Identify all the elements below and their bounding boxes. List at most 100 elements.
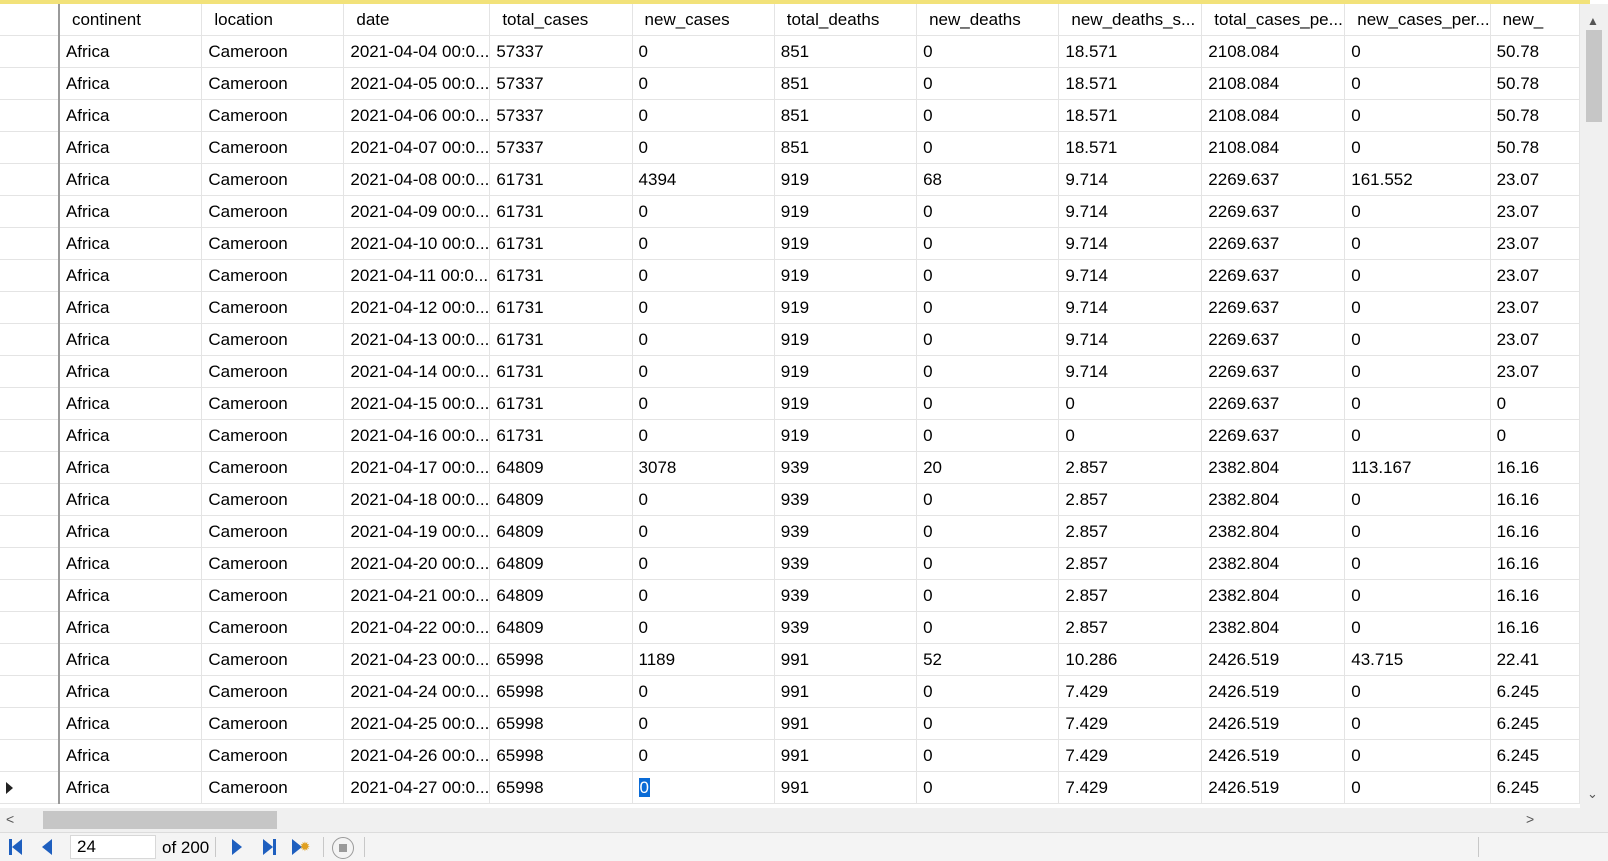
table-cell[interactable]: 2021-04-12 00:0... <box>343 291 491 324</box>
table-cell[interactable]: 2108.084 <box>1201 67 1346 100</box>
table-cell[interactable]: 0 <box>1344 675 1491 708</box>
table-cell[interactable]: 57337 <box>489 67 633 100</box>
first-record-icon[interactable] <box>4 836 26 858</box>
table-cell[interactable]: 2021-04-20 00:0... <box>343 547 491 580</box>
table-cell[interactable]: Africa <box>58 67 203 100</box>
table-cell[interactable]: 4394 <box>632 163 775 196</box>
row-header[interactable] <box>0 67 60 100</box>
row-header[interactable] <box>0 739 60 772</box>
table-cell[interactable]: Cameroon <box>201 451 345 484</box>
table-cell[interactable]: 0 <box>632 419 775 452</box>
table-cell[interactable]: 0 <box>1344 707 1491 740</box>
table-cell[interactable]: 50.78 <box>1490 35 1580 68</box>
row-header[interactable] <box>0 643 60 676</box>
table-cell[interactable]: 0 <box>632 35 775 68</box>
table-cell[interactable]: 919 <box>774 291 918 324</box>
table-cell[interactable]: 991 <box>774 643 918 676</box>
table-cell[interactable]: 2021-04-17 00:0... <box>343 451 491 484</box>
table-cell[interactable]: 991 <box>774 771 918 804</box>
table-cell[interactable]: 23.07 <box>1490 323 1580 356</box>
row-header[interactable] <box>0 163 60 196</box>
table-cell[interactable]: 57337 <box>489 131 633 164</box>
table-cell[interactable]: 991 <box>774 707 918 740</box>
table-cell[interactable]: 991 <box>774 739 918 772</box>
table-cell[interactable]: Cameroon <box>201 611 345 644</box>
table-cell[interactable]: Cameroon <box>201 387 345 420</box>
table-cell[interactable]: 0 <box>916 195 1060 228</box>
table-cell[interactable]: 113.167 <box>1344 451 1491 484</box>
table-cell[interactable]: 0 <box>632 291 775 324</box>
table-cell[interactable]: 2.857 <box>1058 451 1203 484</box>
table-cell[interactable]: 0 <box>1344 483 1491 516</box>
table-cell[interactable]: 2021-04-13 00:0... <box>343 323 491 356</box>
table-cell[interactable]: 0 <box>632 739 775 772</box>
table-cell[interactable]: Africa <box>58 739 203 772</box>
table-row[interactable]: Africa Cameroon 2021-04-21 00:0... 64809 0 93… <box>0 579 1580 612</box>
table-cell[interactable]: Cameroon <box>201 355 345 388</box>
table-cell[interactable]: Cameroon <box>201 771 345 804</box>
table-cell[interactable]: Africa <box>58 611 203 644</box>
table-cell[interactable]: 2269.637 <box>1201 227 1346 260</box>
vertical-scrollbar[interactable]: ▲ ⌄ <box>1580 4 1608 808</box>
table-cell[interactable]: 0 <box>916 35 1060 68</box>
table-cell[interactable]: 2021-04-09 00:0... <box>343 195 491 228</box>
table-cell[interactable]: 0 <box>916 355 1060 388</box>
table-cell[interactable]: 64809 <box>489 451 633 484</box>
table-cell[interactable]: 65998 <box>489 739 633 772</box>
table-cell[interactable]: 0 <box>916 579 1060 612</box>
table-cell[interactable]: 2269.637 <box>1201 387 1346 420</box>
table-cell[interactable]: 2426.519 <box>1201 739 1346 772</box>
table-cell[interactable]: Africa <box>58 163 203 196</box>
table-cell[interactable]: 2021-04-07 00:0... <box>343 131 491 164</box>
table-cell[interactable]: 20 <box>916 451 1060 484</box>
table-cell[interactable]: 919 <box>774 355 918 388</box>
table-cell[interactable]: 2269.637 <box>1201 259 1346 292</box>
table-cell[interactable]: Africa <box>58 707 203 740</box>
row-header[interactable] <box>0 419 60 452</box>
new-record-icon[interactable]: ✹ <box>290 836 312 858</box>
table-cell[interactable]: 0 <box>1344 419 1491 452</box>
table-cell[interactable]: 2382.804 <box>1201 579 1346 612</box>
table-cell[interactable]: 2269.637 <box>1201 291 1346 324</box>
table-cell[interactable]: 919 <box>774 227 918 260</box>
table-cell[interactable]: Cameroon <box>201 707 345 740</box>
table-cell[interactable]: Cameroon <box>201 227 345 260</box>
table-cell[interactable]: 0 <box>916 259 1060 292</box>
row-header[interactable] <box>0 451 60 484</box>
table-cell[interactable]: 0 <box>632 99 775 132</box>
table-cell[interactable]: 23.07 <box>1490 291 1580 324</box>
table-cell[interactable]: 7.429 <box>1058 675 1203 708</box>
row-header[interactable] <box>0 579 60 612</box>
table-cell[interactable]: 64809 <box>489 547 633 580</box>
table-cell[interactable]: 65998 <box>489 707 633 740</box>
table-cell[interactable]: 7.429 <box>1058 739 1203 772</box>
row-header[interactable] <box>0 99 60 132</box>
table-cell[interactable]: 61731 <box>489 195 633 228</box>
table-cell[interactable]: 161.552 <box>1344 163 1491 196</box>
table-cell[interactable]: Cameroon <box>201 35 345 68</box>
table-cell[interactable]: 23.07 <box>1490 259 1580 292</box>
row-header[interactable] <box>0 675 60 708</box>
table-cell[interactable]: 2021-04-21 00:0... <box>343 579 491 612</box>
table-cell[interactable]: 851 <box>774 67 918 100</box>
table-cell[interactable]: Africa <box>58 387 203 420</box>
table-cell[interactable]: 9.714 <box>1058 163 1203 196</box>
table-cell[interactable]: 0 <box>1344 547 1491 580</box>
table-cell[interactable]: 16.16 <box>1490 483 1580 516</box>
table-cell[interactable]: 991 <box>774 675 918 708</box>
table-row[interactable]: Africa Cameroon 2021-04-19 00:0... 64809 0 93… <box>0 515 1580 548</box>
table-cell[interactable]: 0 <box>1344 35 1491 68</box>
table-cell[interactable]: 1189 <box>632 643 775 676</box>
table-row[interactable]: Africa Cameroon 2021-04-06 00:0... 57337 0 85… <box>0 99 1580 132</box>
table-cell[interactable]: 0 <box>1490 387 1580 420</box>
table-cell[interactable]: Africa <box>58 99 203 132</box>
table-cell[interactable]: Cameroon <box>201 259 345 292</box>
table-cell[interactable]: 65998 <box>489 771 633 804</box>
table-cell[interactable]: 0 <box>1344 131 1491 164</box>
table-cell[interactable]: 16.16 <box>1490 515 1580 548</box>
table-cell[interactable]: 2108.084 <box>1201 99 1346 132</box>
table-cell[interactable]: 2269.637 <box>1201 355 1346 388</box>
column-header[interactable]: new_cases <box>632 4 775 36</box>
column-header[interactable]: date <box>343 4 491 36</box>
table-cell[interactable]: 9.714 <box>1058 227 1203 260</box>
